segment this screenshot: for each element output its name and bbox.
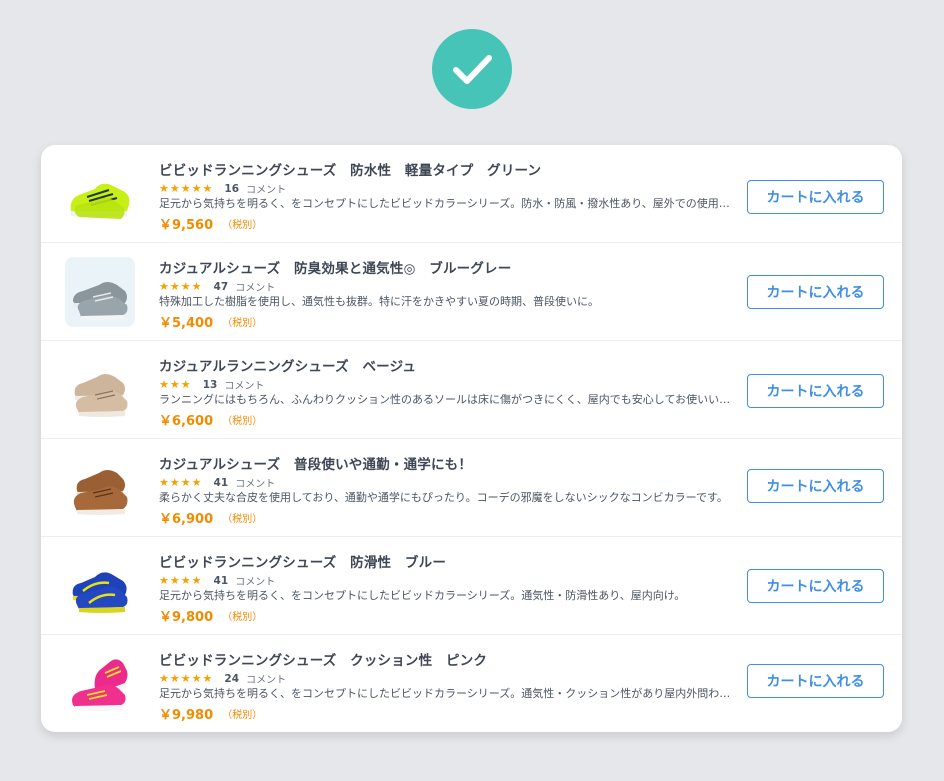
product-price: ￥9,560	[159, 218, 214, 233]
review-count: 47	[213, 280, 229, 293]
product-description: 柔らかく丈夫な合皮を使用しており、通勤や通学にもぴったり。コーデの邪魔をしないシ…	[159, 491, 728, 504]
star-rating-icon: ★★★★	[159, 280, 203, 293]
rating: ★★★★★ 24 コメント	[159, 668, 286, 686]
brown-casual-shoe-image	[65, 453, 135, 523]
gray-casual-shoe-image	[65, 257, 135, 327]
add-to-cart-button[interactable]: カートに入れる	[747, 664, 884, 698]
success-badge	[432, 29, 512, 109]
tax-note: （税別）	[222, 710, 263, 721]
star-rating-icon: ★★★	[159, 378, 192, 391]
star-rating-icon: ★★★★	[159, 574, 203, 587]
rating: ★★★★ 41 コメント	[159, 570, 275, 588]
rating: ★★★★ 41 コメント	[159, 472, 275, 490]
product-title: ビビッドランニングシューズ 防滑性 ブルー	[159, 555, 447, 571]
product-title: カジュアルシューズ 防臭効果と通気性◎ ブルーグレー	[159, 261, 512, 277]
price-line: ￥6,900 （税別）	[159, 507, 262, 527]
product-description: 足元から気持ちを明るく、をコンセプトにしたビビッドカラーシリーズ。通気性・防滑性…	[159, 589, 686, 602]
review-count-suffix: コメント	[246, 675, 287, 686]
pink-running-shoe-image	[65, 649, 135, 719]
tax-note: （税別）	[222, 220, 263, 231]
product-row: カジュアルシューズ 防臭効果と通気性◎ ブルーグレー ★★★★ 47 コメント …	[41, 243, 902, 341]
review-count-suffix: コメント	[235, 577, 276, 588]
price-line: ￥9,800 （税別）	[159, 605, 262, 625]
review-count: 13	[202, 378, 218, 391]
review-count-suffix: コメント	[224, 381, 265, 392]
tax-note: （税別）	[222, 416, 263, 427]
product-title: ビビッドランニングシューズ 防水性 軽量タイプ グリーン	[159, 163, 542, 179]
review-count-suffix: コメント	[246, 185, 287, 196]
product-price: ￥9,800	[159, 610, 214, 625]
add-to-cart-button[interactable]: カートに入れる	[747, 275, 884, 309]
review-count: 16	[224, 182, 240, 195]
tax-note: （税別）	[222, 612, 263, 623]
price-line: ￥9,980 （税別）	[159, 703, 262, 723]
review-count: 24	[224, 672, 240, 685]
product-row: ビビッドランニングシューズ 防滑性 ブルー ★★★★ 41 コメント 足元から気…	[41, 537, 902, 635]
product-description: ランニングにはもちろん、ふんわりクッション性のあるソールは床に傷がつきにくく、屋…	[159, 393, 733, 406]
rating: ★★★★ 47 コメント	[159, 276, 275, 294]
review-count-suffix: コメント	[235, 479, 276, 490]
add-to-cart-button[interactable]: カートに入れる	[747, 180, 884, 214]
price-line: ￥6,600 （税別）	[159, 409, 262, 429]
tax-note: （税別）	[222, 514, 263, 525]
add-to-cart-button[interactable]: カートに入れる	[747, 469, 884, 503]
product-description: 足元から気持ちを明るく、をコンセプトにしたビビッドカラーシリーズ。通気性・クッシ…	[159, 687, 733, 700]
add-to-cart-button[interactable]: カートに入れる	[747, 374, 884, 408]
review-count-suffix: コメント	[235, 283, 276, 294]
product-list: ビビッドランニングシューズ 防水性 軽量タイプ グリーン ★★★★★ 16 コメ…	[41, 145, 902, 732]
rating: ★★★ 13 コメント	[159, 374, 264, 392]
beige-running-shoe-image	[65, 355, 135, 425]
blue-running-shoe-image	[65, 551, 135, 621]
product-row: カジュアルシューズ 普段使いや通勤・通学にも！ ★★★★ 41 コメント 柔らか…	[41, 439, 902, 537]
product-title: ビビッドランニングシューズ クッション性 ピンク	[159, 653, 488, 669]
star-rating-icon: ★★★★★	[159, 672, 214, 685]
star-rating-icon: ★★★★★	[159, 182, 214, 195]
product-description: 特殊加工した樹脂を使用し、通気性も抜群。特に汗をかきやすい夏の時期、普段使いに。	[159, 295, 599, 308]
star-rating-icon: ★★★★	[159, 476, 203, 489]
product-price: ￥6,600	[159, 414, 214, 429]
review-count: 41	[213, 476, 229, 489]
review-count: 41	[213, 574, 229, 587]
product-title: カジュアルランニングシューズ ベージュ	[159, 359, 417, 375]
price-line: ￥9,560 （税別）	[159, 213, 262, 233]
check-icon	[453, 55, 492, 84]
price-line: ￥5,400 （税別）	[159, 311, 262, 331]
product-description: 足元から気持ちを明るく、をコンセプトにしたビビッドカラーシリーズ。防水・防風・撥…	[159, 197, 733, 210]
product-price: ￥9,980	[159, 708, 214, 723]
rating: ★★★★★ 16 コメント	[159, 178, 286, 196]
green-running-shoe-image	[65, 159, 135, 229]
product-row: カジュアルランニングシューズ ベージュ ★★★ 13 コメント ランニングにはも…	[41, 341, 902, 439]
add-to-cart-button[interactable]: カートに入れる	[747, 569, 884, 603]
product-price: ￥5,400	[159, 316, 214, 331]
product-row: ビビッドランニングシューズ 防水性 軽量タイプ グリーン ★★★★★ 16 コメ…	[41, 145, 902, 243]
product-title: カジュアルシューズ 普段使いや通勤・通学にも！	[159, 457, 473, 473]
product-price: ￥6,900	[159, 512, 214, 527]
product-row: ビビッドランニングシューズ クッション性 ピンク ★★★★★ 24 コメント 足…	[41, 635, 902, 732]
tax-note: （税別）	[222, 318, 263, 329]
